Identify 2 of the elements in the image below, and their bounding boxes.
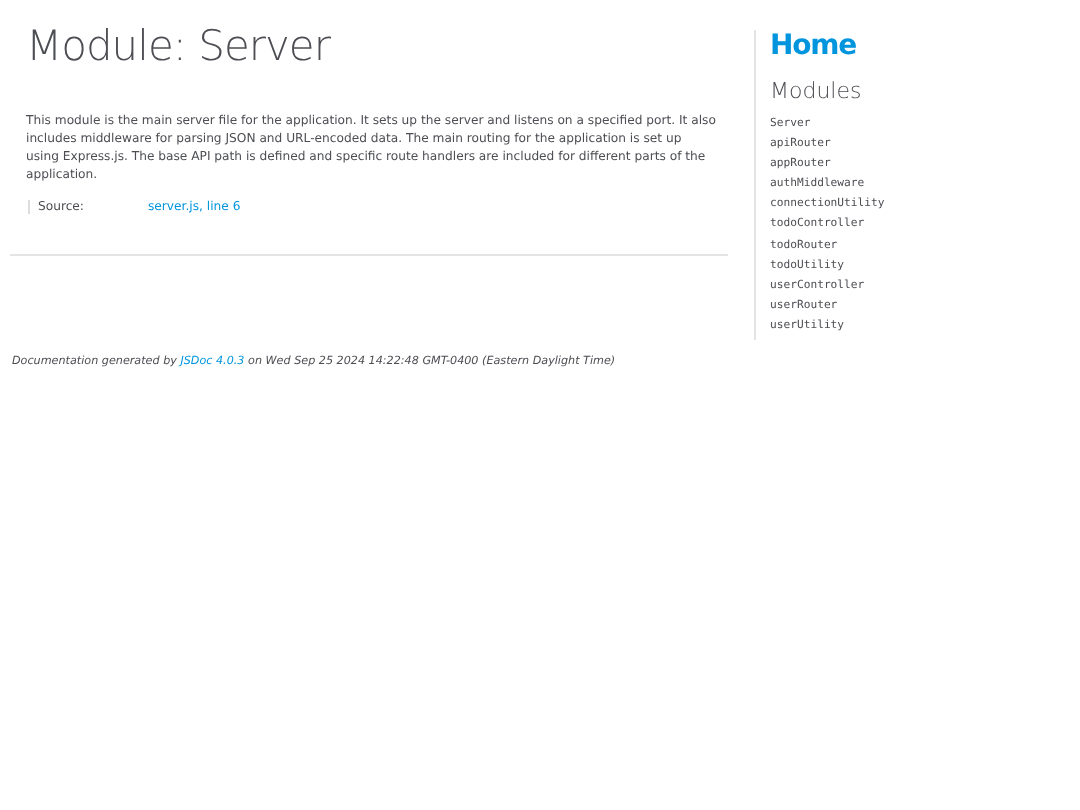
modules-heading: Modules xyxy=(770,78,864,106)
page-title: Module: Server xyxy=(26,20,333,72)
